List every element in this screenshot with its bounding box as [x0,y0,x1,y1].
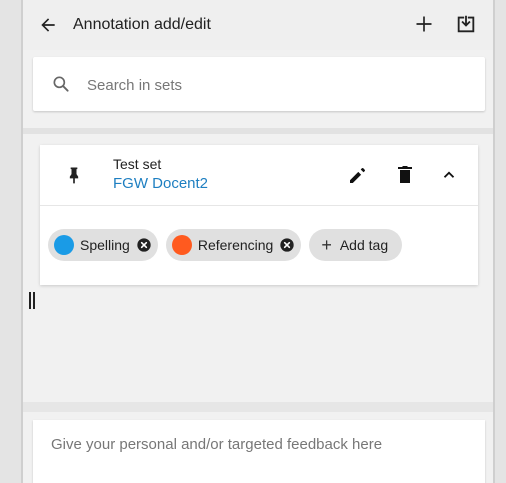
collapse-set-button[interactable] [437,163,461,187]
section-divider [23,128,493,134]
pin-icon[interactable] [64,163,84,187]
tag-chip-referencing[interactable]: Referencing [165,229,302,261]
resize-handle[interactable] [29,292,37,310]
resize-grip-line [33,292,35,309]
page-title: Annotation add/edit [73,16,211,33]
pencil-icon [350,168,365,183]
delete-set-button[interactable] [393,163,417,187]
set-card: Test set FGW Docent2 Spelling Referencin… [40,145,478,285]
tags-row: Spelling Referencing + Add tag [48,228,403,262]
set-title: Test set [113,156,162,172]
feedback-box [33,420,485,483]
add-annotation-button[interactable] [411,11,437,37]
add-tag-label: Add tag [339,237,389,253]
left-edge [0,0,23,483]
app-frame: Annotation add/edit Search in sets Test … [0,0,506,483]
remove-tag-icon[interactable] [136,237,152,253]
tag-color-dot [171,235,192,255]
resize-grip-line [29,292,31,309]
tag-chip-spelling[interactable]: Spelling [48,229,158,261]
remove-tag-icon[interactable] [279,237,295,253]
plus-icon [416,16,432,32]
annotation-panel: Annotation add/edit Search in sets Test … [23,0,493,483]
chevron-up-icon [443,171,455,178]
edit-set-button[interactable] [346,163,370,187]
feedback-divider [23,402,493,412]
search-input[interactable] [85,72,469,98]
back-button[interactable] [36,13,60,37]
feedback-input[interactable] [49,434,473,478]
plus-icon: + [321,235,332,255]
set-header: Test set FGW Docent2 [40,145,478,206]
set-subtitle-link[interactable]: FGW Docent2 [113,175,208,192]
trash-icon [398,166,412,183]
add-tag-button[interactable]: + Add tag [309,229,403,261]
tag-color-dot [54,235,74,255]
right-edge [493,0,506,483]
tag-label: Referencing [197,237,274,253]
download-box-icon [457,15,475,33]
download-button[interactable] [453,11,479,37]
search-box [33,57,485,111]
tag-label: Spelling [80,237,130,253]
search-icon [53,76,69,92]
panel-header: Annotation add/edit [23,0,493,50]
arrow-left-icon [41,18,55,32]
